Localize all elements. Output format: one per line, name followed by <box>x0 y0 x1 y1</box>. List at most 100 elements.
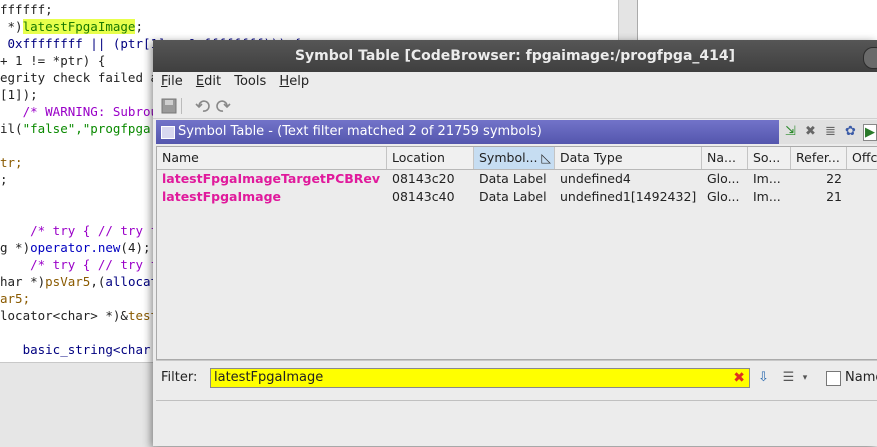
list-icon[interactable]: ≣ <box>823 124 838 139</box>
chevron-down-icon[interactable]: ▾ <box>800 370 810 386</box>
cell-source: Im... <box>753 171 781 186</box>
code-token: ; <box>135 19 143 34</box>
symbol-table: Name Location Symbol... ◺ Data Type Na..… <box>156 146 877 360</box>
code-token: g *) <box>0 240 31 255</box>
cell-location: 08143c20 <box>392 171 455 186</box>
bottom-panel <box>0 362 155 447</box>
sort-icon: ◺ <box>541 150 551 165</box>
listing-pane <box>637 0 877 40</box>
cell-references: 21 <box>826 189 842 204</box>
code-token: il( <box>0 121 23 136</box>
window-titlebar[interactable]: Symbol Table [CodeBrowser: fpgaimage:/pr… <box>153 40 877 72</box>
toolbar <box>153 94 877 119</box>
cell-source: Im... <box>753 189 781 204</box>
code-line: /* try { // try fro <box>0 257 173 273</box>
code-token: [1]); <box>0 87 38 102</box>
code-token: har *) <box>0 274 46 289</box>
column-header-data-type[interactable]: Data Type <box>555 147 702 169</box>
redo-icon[interactable] <box>215 98 231 114</box>
symbol-table-window: Symbol Table [CodeBrowser: fpgaimage:/pr… <box>153 40 877 446</box>
code-line: *)latestFpgaImage; <box>0 19 143 35</box>
code-token: psVar5 <box>45 274 91 289</box>
menu-bar: File Edit Tools Help <box>153 72 877 92</box>
code-token: (4); <box>120 240 151 255</box>
status-bar <box>156 400 877 419</box>
filter-options-icon[interactable]: ☰ <box>780 370 797 386</box>
code-line: g *)operator.new(4); <box>0 240 151 256</box>
code-token: /* try { // try fro <box>0 223 174 238</box>
code-token: /* WARNING: Subrout <box>0 104 166 119</box>
code-line: ; <box>0 172 8 188</box>
column-header-source[interactable]: So... <box>748 147 791 169</box>
code-token: ffffff; <box>0 2 53 17</box>
cell-data-type: undefined1[1492432] <box>560 189 697 204</box>
code-token: + 1 != *ptr) { <box>0 53 106 68</box>
column-header-symbol-type[interactable]: Symbol... ◺ <box>474 147 555 169</box>
code-line: basic_string<char,st <box>0 342 174 358</box>
code-token: "false","progfpga.c <box>22 121 166 136</box>
close-window-button[interactable] <box>863 47 877 69</box>
code-line: locator<char> *)&testna <box>0 308 173 324</box>
code-token: ar5; <box>0 291 31 306</box>
code-line: egrity check failed at <box>0 70 166 86</box>
cell-namespace: Glo... <box>707 189 740 204</box>
code-line: [1]); <box>0 87 38 103</box>
code-line: ar5; <box>0 291 30 307</box>
table-icon <box>161 126 175 139</box>
code-line: il("false","progfpga.c <box>0 121 166 137</box>
table-row[interactable]: latestFpgaImage 08143c40 Data Label unde… <box>157 188 877 206</box>
panel-toolbar: ⇲ ✖ ≣ ✿ ▶ <box>779 120 877 144</box>
cell-references: 22 <box>826 171 842 186</box>
column-header-offcut[interactable]: Offc <box>847 147 877 169</box>
code-token: *) <box>0 19 23 34</box>
code-token: operator.new <box>30 240 121 255</box>
code-token: basic_string<char,st <box>0 342 174 357</box>
code-line: har *)psVar5,(allocato <box>0 274 166 290</box>
create-icon[interactable]: ⇲ <box>783 124 798 139</box>
save-icon[interactable] <box>161 98 177 114</box>
cell-namespace: Glo... <box>707 171 740 186</box>
code-line: tr; <box>0 155 23 171</box>
clear-filter-icon[interactable]: ✖ <box>733 369 745 387</box>
menu-file[interactable]: File <box>161 72 183 92</box>
filter-input[interactable]: latestFpgaImage ✖ <box>210 368 750 388</box>
table-row[interactable]: latestFpgaImageTargetPCBRev 08143c20 Dat… <box>157 170 877 188</box>
cell-symbol-type: Data Label <box>479 171 547 186</box>
column-header-symbol-type-label: Symbol... <box>479 150 538 165</box>
code-line: /* try { // try fro <box>0 223 173 239</box>
toolbar-separator <box>181 98 182 114</box>
code-token: locator<char> *)& <box>0 308 128 323</box>
column-header-location[interactable]: Location <box>387 147 474 169</box>
cell-name: latestFpgaImage <box>162 189 281 204</box>
filter-refresh-icon[interactable]: ⇩ <box>755 370 772 386</box>
menu-edit[interactable]: Edit <box>196 72 221 92</box>
window-title: Symbol Table [CodeBrowser: fpgaimage:/pr… <box>294 48 736 64</box>
column-header-name[interactable]: Name <box>157 147 387 169</box>
cell-data-type: undefined4 <box>560 171 631 186</box>
code-token: egrity check failed at <box>0 70 166 85</box>
code-token: /* try { // try fro <box>0 257 174 272</box>
symbol-table-panel-header: Symbol Table - (Text filter matched 2 of… <box>156 120 877 144</box>
name-only-checkbox[interactable] <box>826 371 841 386</box>
cell-symbol-type: Data Label <box>479 189 547 204</box>
code-line: /* WARNING: Subrout <box>0 104 166 120</box>
column-header-namespace[interactable]: Na... <box>702 147 748 169</box>
panel-title: Symbol Table - (Text filter matched 2 of… <box>178 124 542 139</box>
code-line: + 1 != *ptr) { <box>0 53 105 69</box>
settings-icon[interactable]: ✿ <box>843 124 858 139</box>
code-token: ; <box>0 172 8 187</box>
filter-bar: Filter: latestFpgaImage ✖ ⇩ ☰ ▾ Name <box>156 360 877 395</box>
highlighted-token: latestFpgaImage <box>22 19 136 34</box>
column-header-references[interactable]: Refer... <box>791 147 847 169</box>
name-checkbox-label: Name <box>845 370 877 385</box>
delete-icon[interactable]: ✖ <box>803 124 818 139</box>
table-header: Name Location Symbol... ◺ Data Type Na..… <box>157 147 877 170</box>
menu-help[interactable]: Help <box>279 72 309 92</box>
undo-icon[interactable] <box>195 98 211 114</box>
code-line: ffffff; <box>0 2 53 18</box>
code-token: ,( <box>90 274 106 289</box>
cell-name: latestFpgaImageTargetPCBRev <box>162 171 381 186</box>
menu-tools[interactable]: Tools <box>234 72 266 92</box>
filter-label: Filter: <box>161 370 198 385</box>
snapshot-icon[interactable]: ▶ <box>863 124 877 141</box>
